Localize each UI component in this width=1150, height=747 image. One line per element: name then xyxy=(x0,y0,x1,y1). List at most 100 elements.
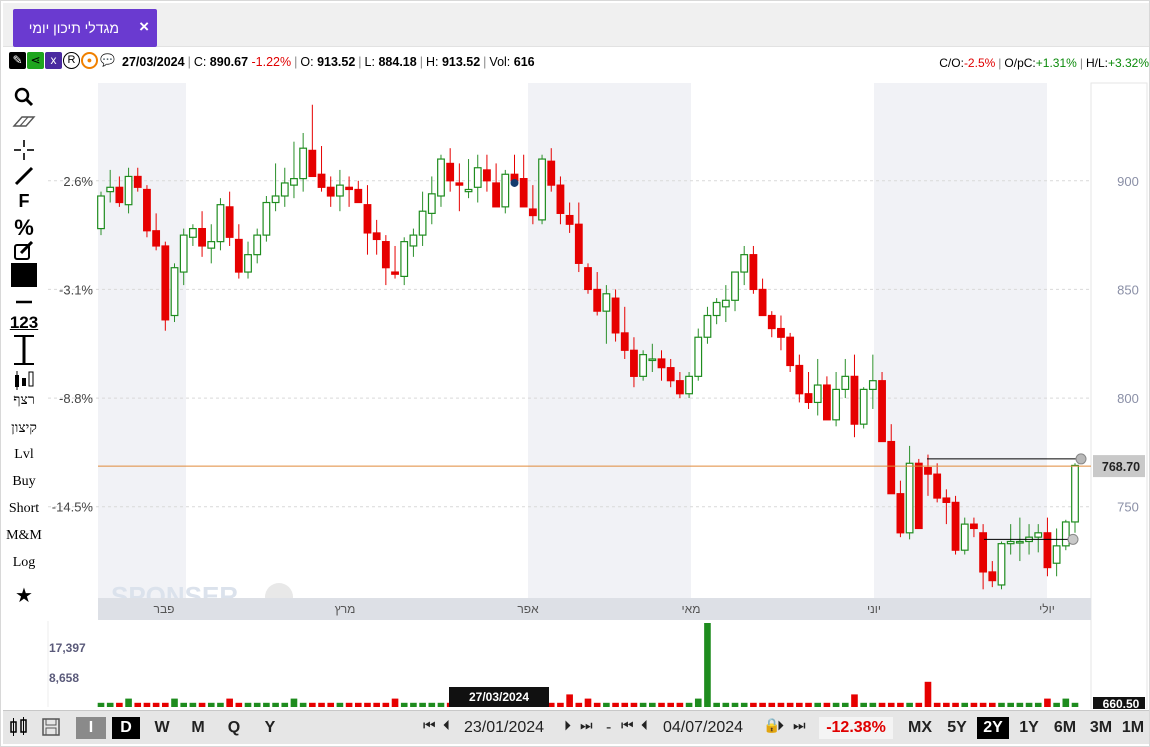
volume-bar xyxy=(750,702,757,707)
candle-body xyxy=(335,184,344,197)
month-band xyxy=(528,83,691,598)
candle-body xyxy=(455,182,464,186)
candles-toggle-icon[interactable] xyxy=(5,717,33,739)
drawn-line-handle xyxy=(1075,453,1087,465)
volume-bar xyxy=(116,702,123,707)
candle-body xyxy=(179,234,188,273)
candle-body xyxy=(299,147,308,180)
month-label: פבר xyxy=(154,602,175,616)
candle-body xyxy=(942,497,951,503)
candle-body xyxy=(124,175,133,206)
volume-bar xyxy=(1016,702,1024,707)
candle-body xyxy=(207,241,216,249)
candle-body xyxy=(951,501,960,551)
prev-page-icon[interactable]: ⏴ xyxy=(443,717,450,734)
volume-bar xyxy=(391,698,399,707)
candlestick-chart[interactable]: 9002.6%850-3.1%800-8.8%750-14.5%SPONSER7… xyxy=(1,1,1150,709)
range-3m[interactable]: 3M xyxy=(1085,717,1117,739)
prev-page-icon-2[interactable]: ⏴ xyxy=(641,717,648,734)
volume-bar xyxy=(906,702,913,707)
next-page-icon-2[interactable]: ⏵ xyxy=(777,717,784,734)
candle-body xyxy=(528,208,537,217)
volume-bar xyxy=(125,698,132,707)
from-date-input[interactable]: 23/01/2024 xyxy=(464,717,544,739)
volume-bar xyxy=(309,702,316,707)
first-page-icon[interactable]: ⏮ xyxy=(423,717,436,734)
volume-tick: 17,397 xyxy=(49,641,86,655)
volume-bar xyxy=(777,702,785,707)
volume-bar xyxy=(887,702,895,707)
candle-body xyxy=(878,380,886,443)
range-1y[interactable]: 1Y xyxy=(1013,717,1045,739)
period-monthly[interactable]: M xyxy=(184,717,212,739)
candle-body xyxy=(703,314,712,338)
candle-body xyxy=(970,523,978,530)
month-label: מרץ xyxy=(335,602,356,616)
volume-bar xyxy=(740,702,748,707)
candle-body xyxy=(216,204,225,243)
candle-body xyxy=(409,234,418,247)
bottom-toolbar: I D W M Q Y ⏮ ⏴ 23/01/2024 ⏵ ⏭ - ⏮ ⏴ 04/… xyxy=(3,710,1149,744)
volume-bar xyxy=(621,702,629,707)
volume-bar xyxy=(860,702,867,707)
volume-bar xyxy=(897,702,904,707)
next-page-icon[interactable]: ⏵ xyxy=(564,717,571,734)
last-page-icon-2[interactable]: ⏭ xyxy=(793,717,806,734)
save-icon[interactable] xyxy=(39,717,63,739)
candle-body xyxy=(887,440,896,495)
price-tick: 750 xyxy=(1117,500,1139,515)
candle-body xyxy=(896,493,905,534)
candle-body xyxy=(501,173,510,208)
candle-body xyxy=(657,358,666,369)
volume-bar xyxy=(1007,702,1014,707)
range-6m[interactable]: 6M xyxy=(1049,717,1081,739)
candle-body xyxy=(538,158,546,221)
volume-bar xyxy=(933,702,941,707)
candle-body xyxy=(675,380,684,395)
period-quarterly[interactable]: Q xyxy=(220,717,248,739)
month-label: אפר xyxy=(517,602,539,616)
volume-bar xyxy=(649,702,656,707)
period-intraday[interactable]: I xyxy=(76,717,106,739)
volume-bar xyxy=(575,702,583,707)
candle-body xyxy=(464,188,473,193)
volume-bar xyxy=(841,702,849,707)
candle-body xyxy=(354,188,363,204)
volume-bar xyxy=(832,702,840,707)
volume-bar xyxy=(152,702,160,707)
candle-body xyxy=(381,241,390,269)
volume-bar xyxy=(603,702,610,707)
candle-body xyxy=(547,160,556,186)
candle-body xyxy=(198,227,206,247)
volume-bar xyxy=(1034,702,1042,707)
candle-body xyxy=(1071,464,1079,523)
last-page-icon[interactable]: ⏭ xyxy=(580,717,593,734)
period-daily[interactable]: D xyxy=(112,717,140,739)
period-yearly[interactable]: Y xyxy=(256,717,284,739)
volume-bar xyxy=(134,702,142,707)
volume-bar xyxy=(382,702,390,707)
volume-bar xyxy=(364,702,371,707)
candle-body xyxy=(372,232,381,241)
volume-bar xyxy=(1071,702,1079,707)
volume-bar xyxy=(281,702,289,707)
candle-body xyxy=(685,375,693,395)
volume-bar xyxy=(851,694,858,707)
candle-body xyxy=(868,380,877,390)
range-1m[interactable]: 1M xyxy=(1119,717,1147,739)
candle-body xyxy=(115,186,124,204)
volume-bar xyxy=(970,702,978,707)
range-2y[interactable]: 2Y xyxy=(977,717,1009,739)
period-weekly[interactable]: W xyxy=(148,717,176,739)
to-date-input[interactable]: 04/07/2024 xyxy=(663,717,743,739)
volume-bar xyxy=(593,702,601,707)
range-mx[interactable]: MX xyxy=(903,717,937,739)
candle-body xyxy=(271,195,280,204)
volume-bar xyxy=(557,702,564,707)
volume-bar xyxy=(180,702,188,707)
range-5y[interactable]: 5Y xyxy=(941,717,973,739)
candle-body xyxy=(602,293,611,312)
period-change: -12.38% xyxy=(819,717,893,739)
candle-body xyxy=(574,223,583,264)
first-page-icon-2[interactable]: ⏮ xyxy=(621,717,634,734)
